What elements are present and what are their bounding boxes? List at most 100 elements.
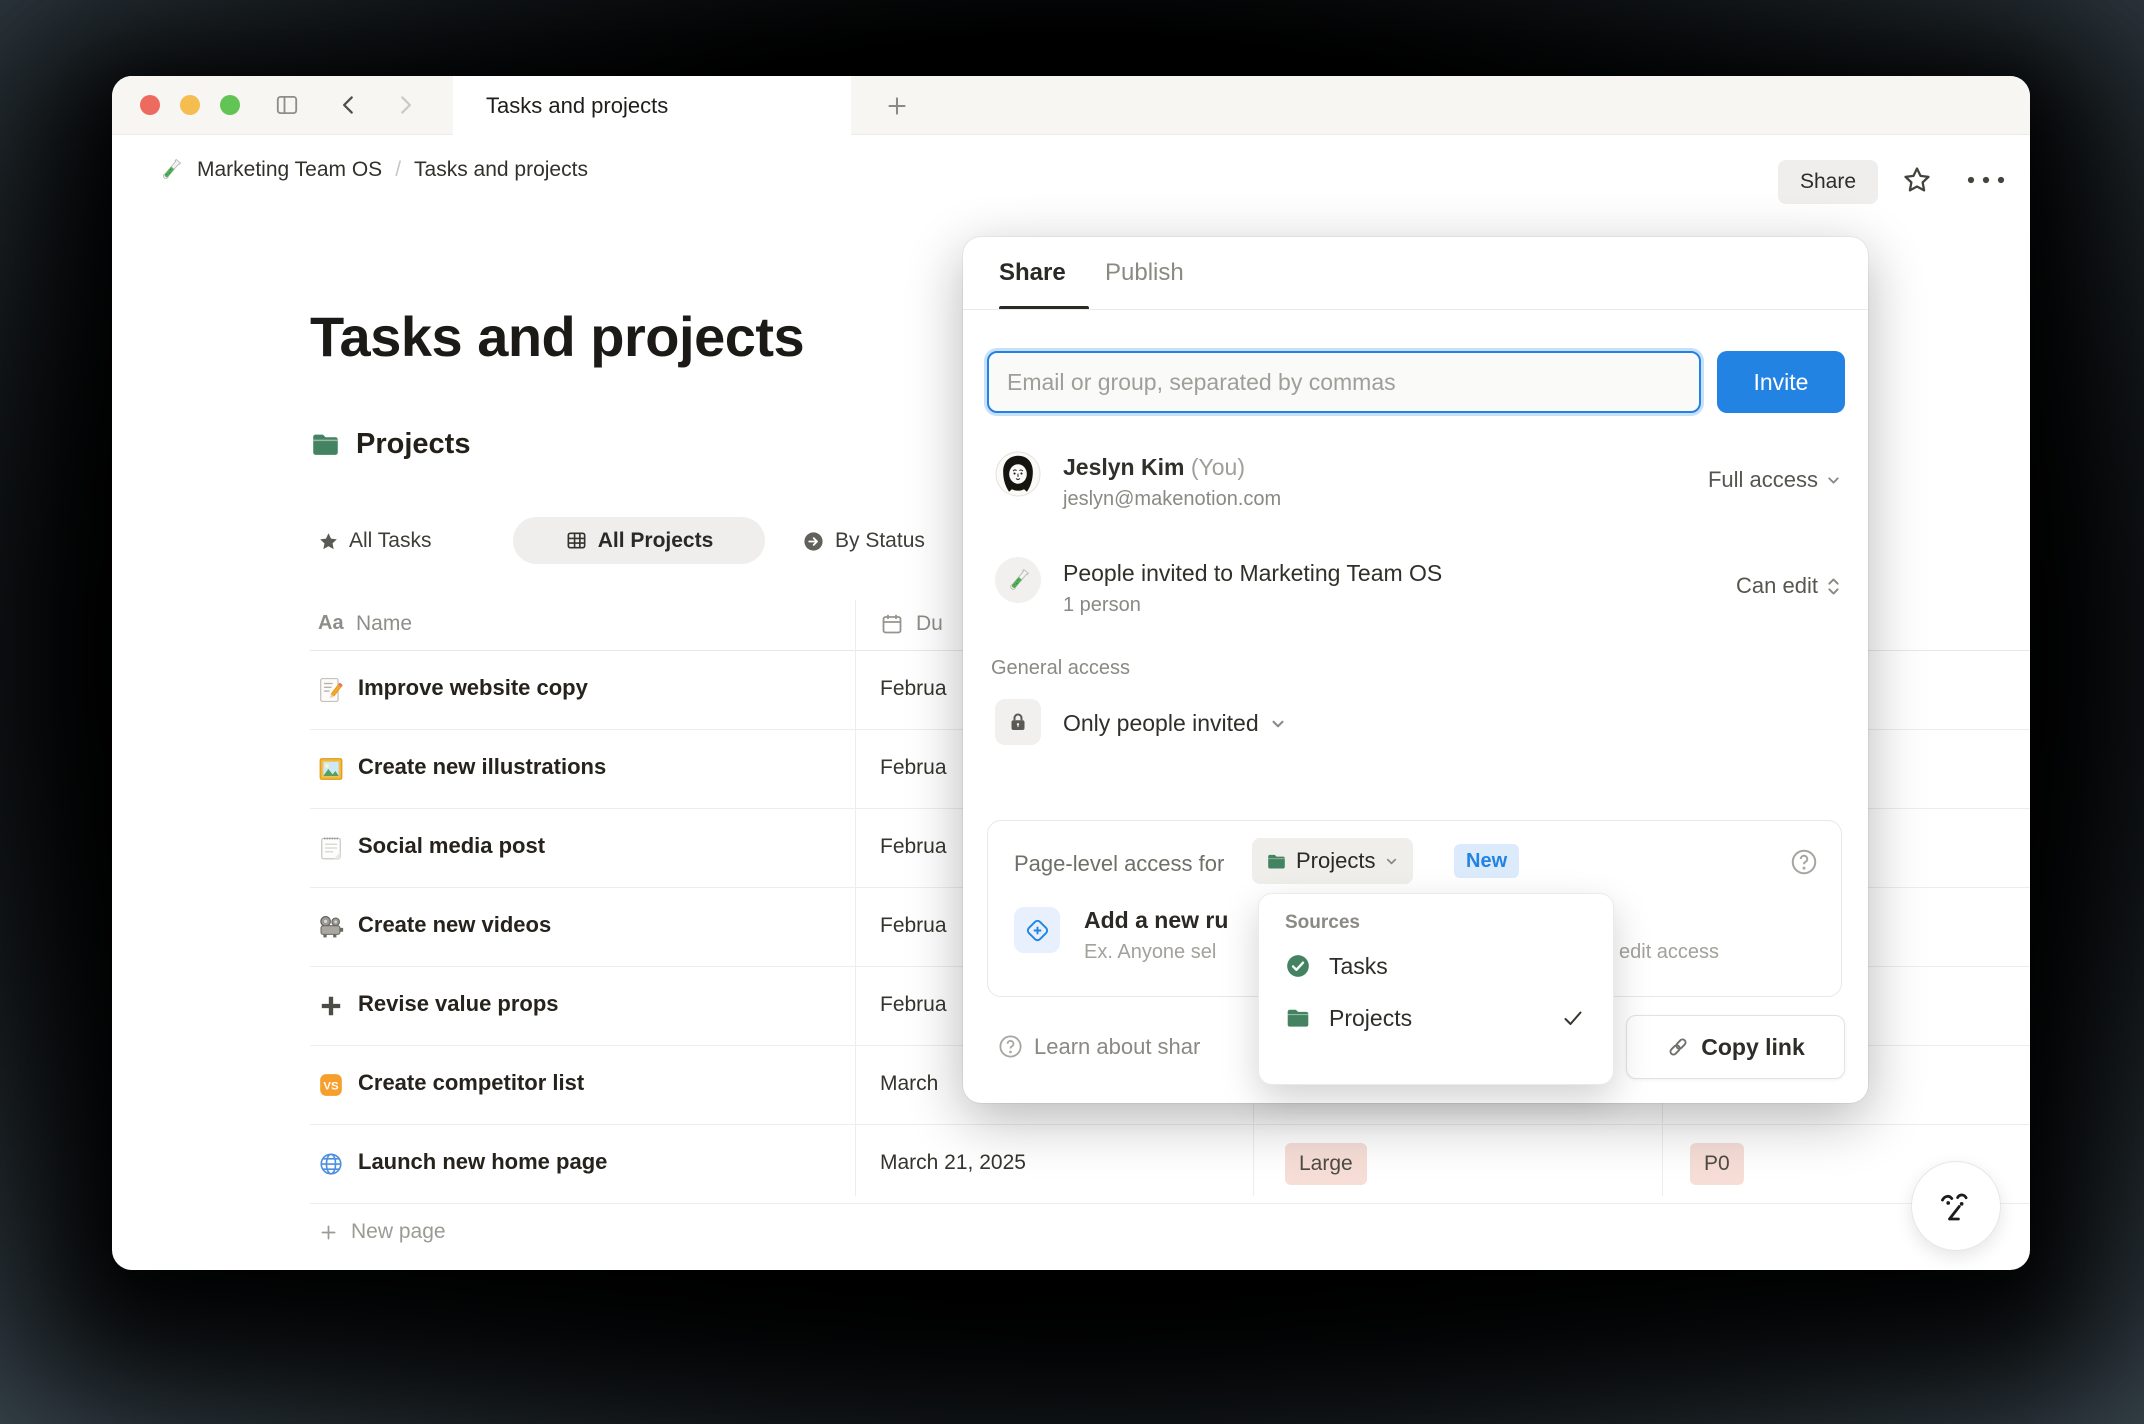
sources-menu-items: Tasks Projects — [1259, 940, 1613, 1044]
copy-link-button[interactable]: Copy link — [1626, 1015, 1845, 1079]
dialog-tab-publish[interactable]: Publish — [1105, 259, 1184, 287]
svg-text:VS: VS — [323, 1081, 339, 1093]
size-badge[interactable]: Large — [1285, 1143, 1367, 1185]
tab-title: Tasks and projects — [486, 92, 669, 118]
zoom-window-button[interactable] — [220, 95, 240, 115]
add-rule-hint: Ex. Anyone sel — [1084, 941, 1217, 963]
invite-button-label: Invite — [1753, 368, 1809, 395]
new-tab-button[interactable] — [884, 93, 910, 119]
sources-menu: Sources Tasks Projects — [1258, 893, 1614, 1085]
breadcrumb-separator: / — [395, 158, 402, 181]
row-due-date[interactable]: March 21, 2025 — [880, 1151, 1026, 1175]
new-page-button[interactable]: New page — [310, 1204, 2030, 1260]
dialog-tab-share[interactable]: Share — [999, 259, 1066, 287]
plus-bold-icon — [318, 993, 344, 1019]
learn-about-sharing-link[interactable]: Learn about shar — [997, 1033, 1200, 1060]
row-name[interactable]: Launch new home page — [358, 1149, 607, 1175]
invite-button[interactable]: Invite — [1717, 351, 1845, 413]
row-name[interactable]: Improve website copy — [358, 675, 588, 701]
sidebar-toggle-icon[interactable] — [274, 92, 300, 118]
row-due-date[interactable]: Februa — [880, 993, 947, 1017]
topbar: Marketing Team OS / Tasks and projects S… — [112, 135, 2030, 205]
column-divider[interactable] — [855, 600, 856, 1196]
back-button[interactable] — [336, 92, 362, 118]
folder-icon — [310, 429, 341, 460]
minimize-window-button[interactable] — [180, 95, 200, 115]
favorite-star-icon[interactable] — [1902, 165, 1932, 195]
tab-tasks-and-projects[interactable]: Tasks and projects — [453, 76, 851, 135]
picture-icon — [318, 756, 344, 782]
item-label: Tasks — [1329, 952, 1388, 979]
view-label: All Projects — [597, 528, 714, 552]
text-style-icon: Aa — [318, 612, 344, 634]
help-icon[interactable] — [1789, 847, 1819, 877]
notion-face-icon — [1930, 1180, 1982, 1232]
row-name[interactable]: Create new videos — [358, 912, 551, 938]
row-name[interactable]: Create competitor list — [358, 1070, 584, 1096]
teamspace-avatar — [995, 557, 1041, 603]
folder-icon — [1266, 851, 1287, 872]
page-level-access-label: Page-level access for — [1014, 851, 1225, 876]
add-rule-tile — [1014, 907, 1060, 953]
new-badge: New — [1454, 844, 1520, 878]
person-you-suffix: (You) — [1190, 454, 1245, 480]
breadcrumb-page[interactable]: Tasks and projects — [414, 158, 588, 182]
close-window-button[interactable] — [140, 95, 160, 115]
dialog-divider — [963, 309, 1868, 310]
copy-link-label: Copy link — [1701, 1033, 1805, 1060]
owner-access-dropdown[interactable]: Full access — [1708, 467, 1842, 493]
notion-ai-button[interactable] — [1911, 1161, 2001, 1251]
view-all-projects[interactable]: All Projects — [513, 517, 765, 564]
share-button[interactable]: Share — [1778, 160, 1878, 204]
row-name[interactable]: Social media post — [358, 833, 545, 859]
lock-tile — [995, 699, 1041, 745]
avatar — [995, 451, 1041, 497]
sources-menu-item[interactable]: Projects — [1259, 992, 1613, 1044]
invite-email-input[interactable] — [987, 351, 1701, 413]
priority-badge[interactable]: P0 — [1690, 1143, 1744, 1185]
screenshot-stage: Tasks and projects Marketing Team OS / T… — [0, 0, 2144, 1424]
sources-menu-heading: Sources — [1285, 912, 1360, 933]
view-all-tasks[interactable]: All Tasks — [318, 518, 431, 564]
team-access-dropdown[interactable]: Can edit — [1736, 573, 1842, 599]
column-header-name[interactable]: Name — [356, 612, 412, 636]
plus-icon — [318, 1222, 339, 1243]
row-due-date[interactable]: Februa — [880, 756, 947, 780]
add-rule-hint-fragment: edit access — [1619, 941, 1720, 963]
general-access-heading: General access — [991, 657, 1130, 679]
folder-icon — [1285, 1005, 1311, 1031]
more-options-icon[interactable] — [1964, 168, 2008, 192]
table-icon — [565, 529, 588, 552]
general-access-value: Only people invited — [1063, 710, 1259, 736]
view-label: All Tasks — [349, 529, 432, 552]
row-name[interactable]: Revise value props — [358, 991, 559, 1017]
add-rule-title[interactable]: Add a new ru — [1084, 907, 1228, 934]
general-access-dropdown[interactable]: Only people invited — [1063, 710, 1287, 737]
learn-label: Learn about shar — [1034, 1033, 1201, 1059]
chevron-down-icon — [1384, 854, 1399, 869]
view-by-status[interactable]: By Status — [802, 518, 925, 564]
row-due-date[interactable]: Februa — [880, 914, 947, 938]
breadcrumb: Marketing Team OS / Tasks and projects — [158, 135, 588, 205]
notion-window: Tasks and projects Marketing Team OS / T… — [112, 76, 2030, 1270]
row-due-date[interactable]: Februa — [880, 835, 947, 859]
breadcrumb-workspace[interactable]: Marketing Team OS — [197, 158, 382, 182]
row-due-date[interactable]: March — [880, 1072, 938, 1096]
source-selector-dropdown[interactable]: Projects — [1252, 838, 1414, 884]
calendar-icon — [880, 612, 904, 636]
row-name[interactable]: Create new illustrations — [358, 754, 606, 780]
circle-check-icon — [1285, 953, 1311, 979]
check-icon — [1561, 1006, 1585, 1030]
person-name-text: Jeslyn Kim — [1063, 454, 1185, 480]
view-label: By Status — [835, 529, 925, 552]
star-icon — [318, 531, 339, 552]
globe-icon — [318, 1151, 344, 1177]
diamond-plus-icon — [1024, 917, 1051, 944]
collection-header[interactable]: Projects — [310, 428, 470, 461]
person-name: Jeslyn Kim (You) — [1063, 454, 1245, 481]
row-due-date[interactable]: Februa — [880, 677, 947, 701]
table-row[interactable]: Launch new home page March 21, 2025 Larg… — [310, 1125, 2030, 1204]
arrow-circle-icon — [802, 530, 825, 553]
sources-menu-item[interactable]: Tasks — [1259, 940, 1613, 992]
column-header-due[interactable]: Du — [916, 612, 943, 636]
